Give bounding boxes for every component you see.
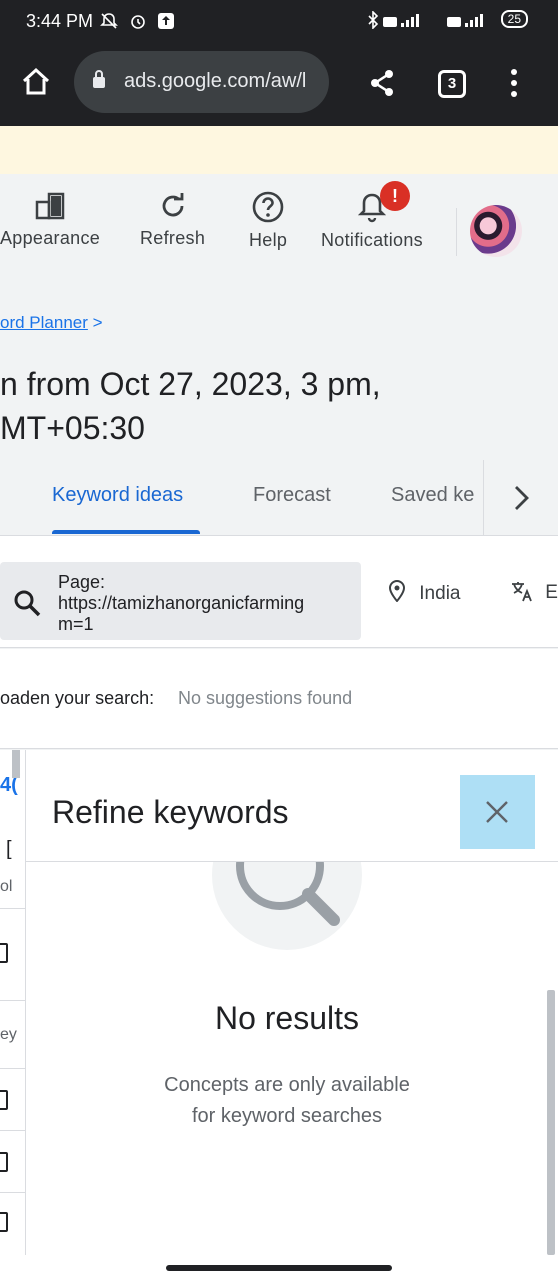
search-line2: https://tamizhanorganicfarming (58, 593, 305, 613)
avatar[interactable] (470, 205, 522, 257)
page-title-line1: n from Oct 27, 2023, 3 pm, (0, 366, 381, 402)
alarm-icon (130, 14, 145, 29)
language-selector[interactable]: En (510, 580, 558, 604)
empty-state-illustration (212, 862, 362, 950)
refresh-icon (162, 193, 183, 217)
tabs-divider (483, 460, 484, 536)
appearance-label: Appearance (0, 228, 101, 248)
magnifier-icon (236, 862, 340, 926)
close-button[interactable] (460, 775, 535, 849)
broaden-value: No suggestions found (178, 688, 353, 708)
upload-icon (158, 12, 175, 29)
language-label: En (545, 582, 558, 603)
empty-state-message: Concepts are only available for keyword … (26, 1070, 548, 1132)
breadcrumb-chevron: > (92, 313, 103, 332)
table-scrollbar[interactable] (12, 750, 20, 778)
table-fragment: ey (0, 1026, 17, 1043)
location-selector[interactable]: India (388, 579, 461, 605)
row-divider (0, 908, 25, 909)
notification-badge: ! (380, 181, 410, 211)
signal-icon (383, 13, 420, 27)
browser-toolbar: ads.google.com/aw/l 3 (0, 44, 558, 126)
tab-bar: Keyword ideas Forecast Saved ke (0, 460, 558, 536)
search-line1: Page: (58, 572, 106, 592)
keyword-table-partial: 4( [ ol ey (0, 750, 26, 1255)
chevron-right-icon[interactable] (508, 484, 534, 512)
home-gesture-pill[interactable] (166, 1265, 392, 1271)
table-fragment: [ (6, 838, 12, 860)
battery-indicator: 25 (500, 10, 528, 28)
status-right-icons: 25 (366, 9, 528, 30)
active-tab-indicator (52, 530, 200, 534)
help-icon (252, 191, 284, 223)
signal-icon (447, 13, 484, 27)
translate-icon (512, 582, 532, 602)
search-row: Page: https://tamizhanorganicfarming m=1… (0, 536, 558, 648)
home-icon[interactable] (20, 66, 52, 98)
broaden-search-row: oaden your search: No suggestions found (0, 649, 558, 749)
panel-scrollbar[interactable] (547, 990, 555, 1255)
location-label: India (419, 583, 461, 604)
address-bar[interactable]: ads.google.com/aw/l (74, 51, 329, 113)
search-query: Page: https://tamizhanorganicfarming m=1 (58, 572, 354, 635)
row-divider (0, 1130, 25, 1131)
tab-forecast[interactable]: Forecast (253, 484, 331, 507)
tab-switcher-button[interactable]: 3 (438, 70, 466, 98)
toolbar-divider (456, 208, 457, 256)
refine-keywords-panel: Refine keywords No results Concepts are … (26, 750, 558, 1255)
search-icon (14, 590, 41, 617)
url-text: ads.google.com/aw/l (124, 70, 307, 92)
search-input[interactable]: Page: https://tamizhanorganicfarming m=1 (0, 562, 361, 640)
row-checkbox[interactable] (0, 1212, 8, 1232)
row-divider (0, 1068, 25, 1069)
notifications-label: Notifications (321, 230, 423, 250)
empty-state-title: No results (214, 1000, 360, 1036)
system-nav-bar (0, 1255, 558, 1280)
panel-header: Refine keywords (26, 750, 558, 862)
close-icon (486, 801, 508, 823)
refresh-button[interactable]: Refresh (140, 190, 205, 249)
panel-title: Refine keywords (52, 794, 289, 830)
breadcrumb-link[interactable]: ord Planner (0, 313, 88, 332)
tab-saved-keywords[interactable]: Saved ke (391, 484, 483, 507)
more-options-icon[interactable] (508, 68, 520, 98)
status-time: 3:44 PM (26, 11, 94, 31)
refresh-label: Refresh (140, 228, 206, 248)
appearance-icon (35, 192, 65, 220)
share-icon[interactable] (368, 68, 396, 98)
search-line3: m=1 (58, 614, 94, 634)
empty-state-line1: Concepts are only available (164, 1074, 410, 1096)
info-banner (0, 126, 558, 174)
appearance-button[interactable]: Appearance (0, 190, 100, 249)
row-checkbox[interactable] (0, 1090, 8, 1110)
status-bar: 3:44 PM 25 (0, 0, 558, 44)
row-divider (0, 1192, 25, 1193)
status-left-icons (100, 10, 175, 30)
help-label: Help (249, 230, 288, 250)
row-checkbox[interactable] (0, 1152, 8, 1172)
broaden-label: oaden your search: (0, 688, 155, 708)
row-checkbox[interactable] (0, 943, 8, 963)
tab-keyword-ideas[interactable]: Keyword ideas (52, 484, 183, 507)
mute-bell-icon (100, 12, 118, 29)
page-title: n from Oct 27, 2023, 3 pm, MT+05:30 (0, 362, 381, 450)
lock-icon (93, 70, 105, 88)
empty-state-line2: for keyword searches (191, 1105, 383, 1127)
breadcrumb[interactable]: ord Planner > (0, 313, 103, 333)
help-button[interactable]: Help (249, 190, 287, 251)
location-pin-icon (388, 579, 406, 603)
table-fragment: ol (0, 878, 13, 895)
row-divider (0, 1000, 25, 1001)
bluetooth-icon (368, 9, 378, 30)
page-title-line2: MT+05:30 (0, 410, 145, 446)
